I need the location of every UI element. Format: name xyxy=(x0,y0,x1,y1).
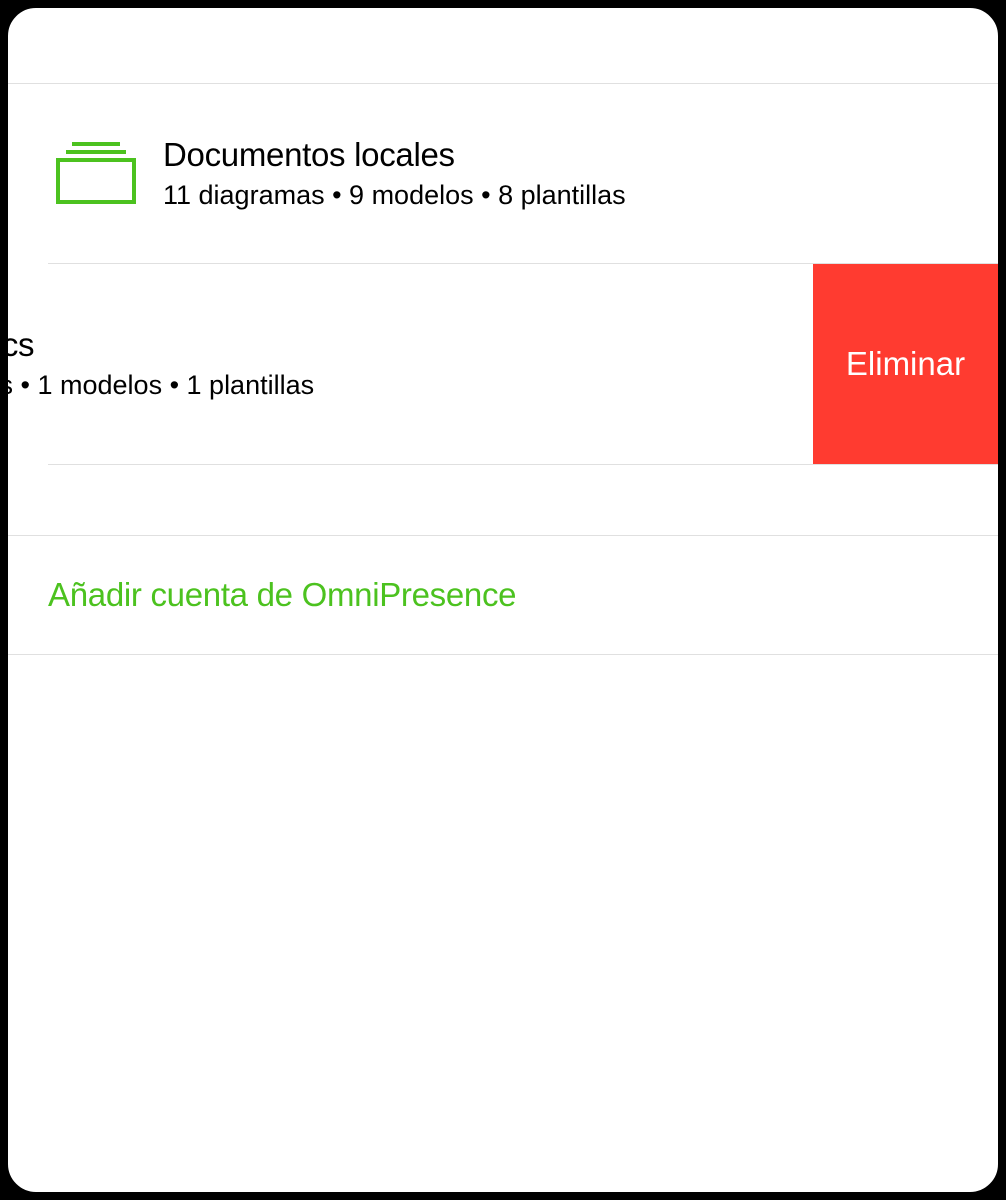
delete-button-label: Eliminar xyxy=(846,345,965,383)
location-row[interactable]: Documentos locales 11 diagramas • 9 mode… xyxy=(8,84,998,264)
add-account-button[interactable]: Añadir cuenta de OmniPresence xyxy=(8,536,998,654)
add-account-label: Añadir cuenta de OmniPresence xyxy=(48,576,516,614)
locations-panel: Documentos locales 11 diagramas • 9 mode… xyxy=(0,0,1006,1200)
folder-stack-icon xyxy=(48,138,143,208)
divider xyxy=(8,654,998,655)
location-subtitle: 11 diagramas • 9 modelos • 8 plantillas xyxy=(163,178,626,213)
location-title: mniDocs xyxy=(0,324,314,367)
location-row-swiped[interactable]: mniDocs agramas • 1 modelos • 1 plantill… xyxy=(8,264,998,464)
location-title: Documentos locales xyxy=(163,134,626,177)
delete-button[interactable]: Eliminar xyxy=(813,264,998,464)
section-gap xyxy=(8,465,998,535)
location-subtitle: agramas • 1 modelos • 1 plantillas xyxy=(0,368,314,403)
